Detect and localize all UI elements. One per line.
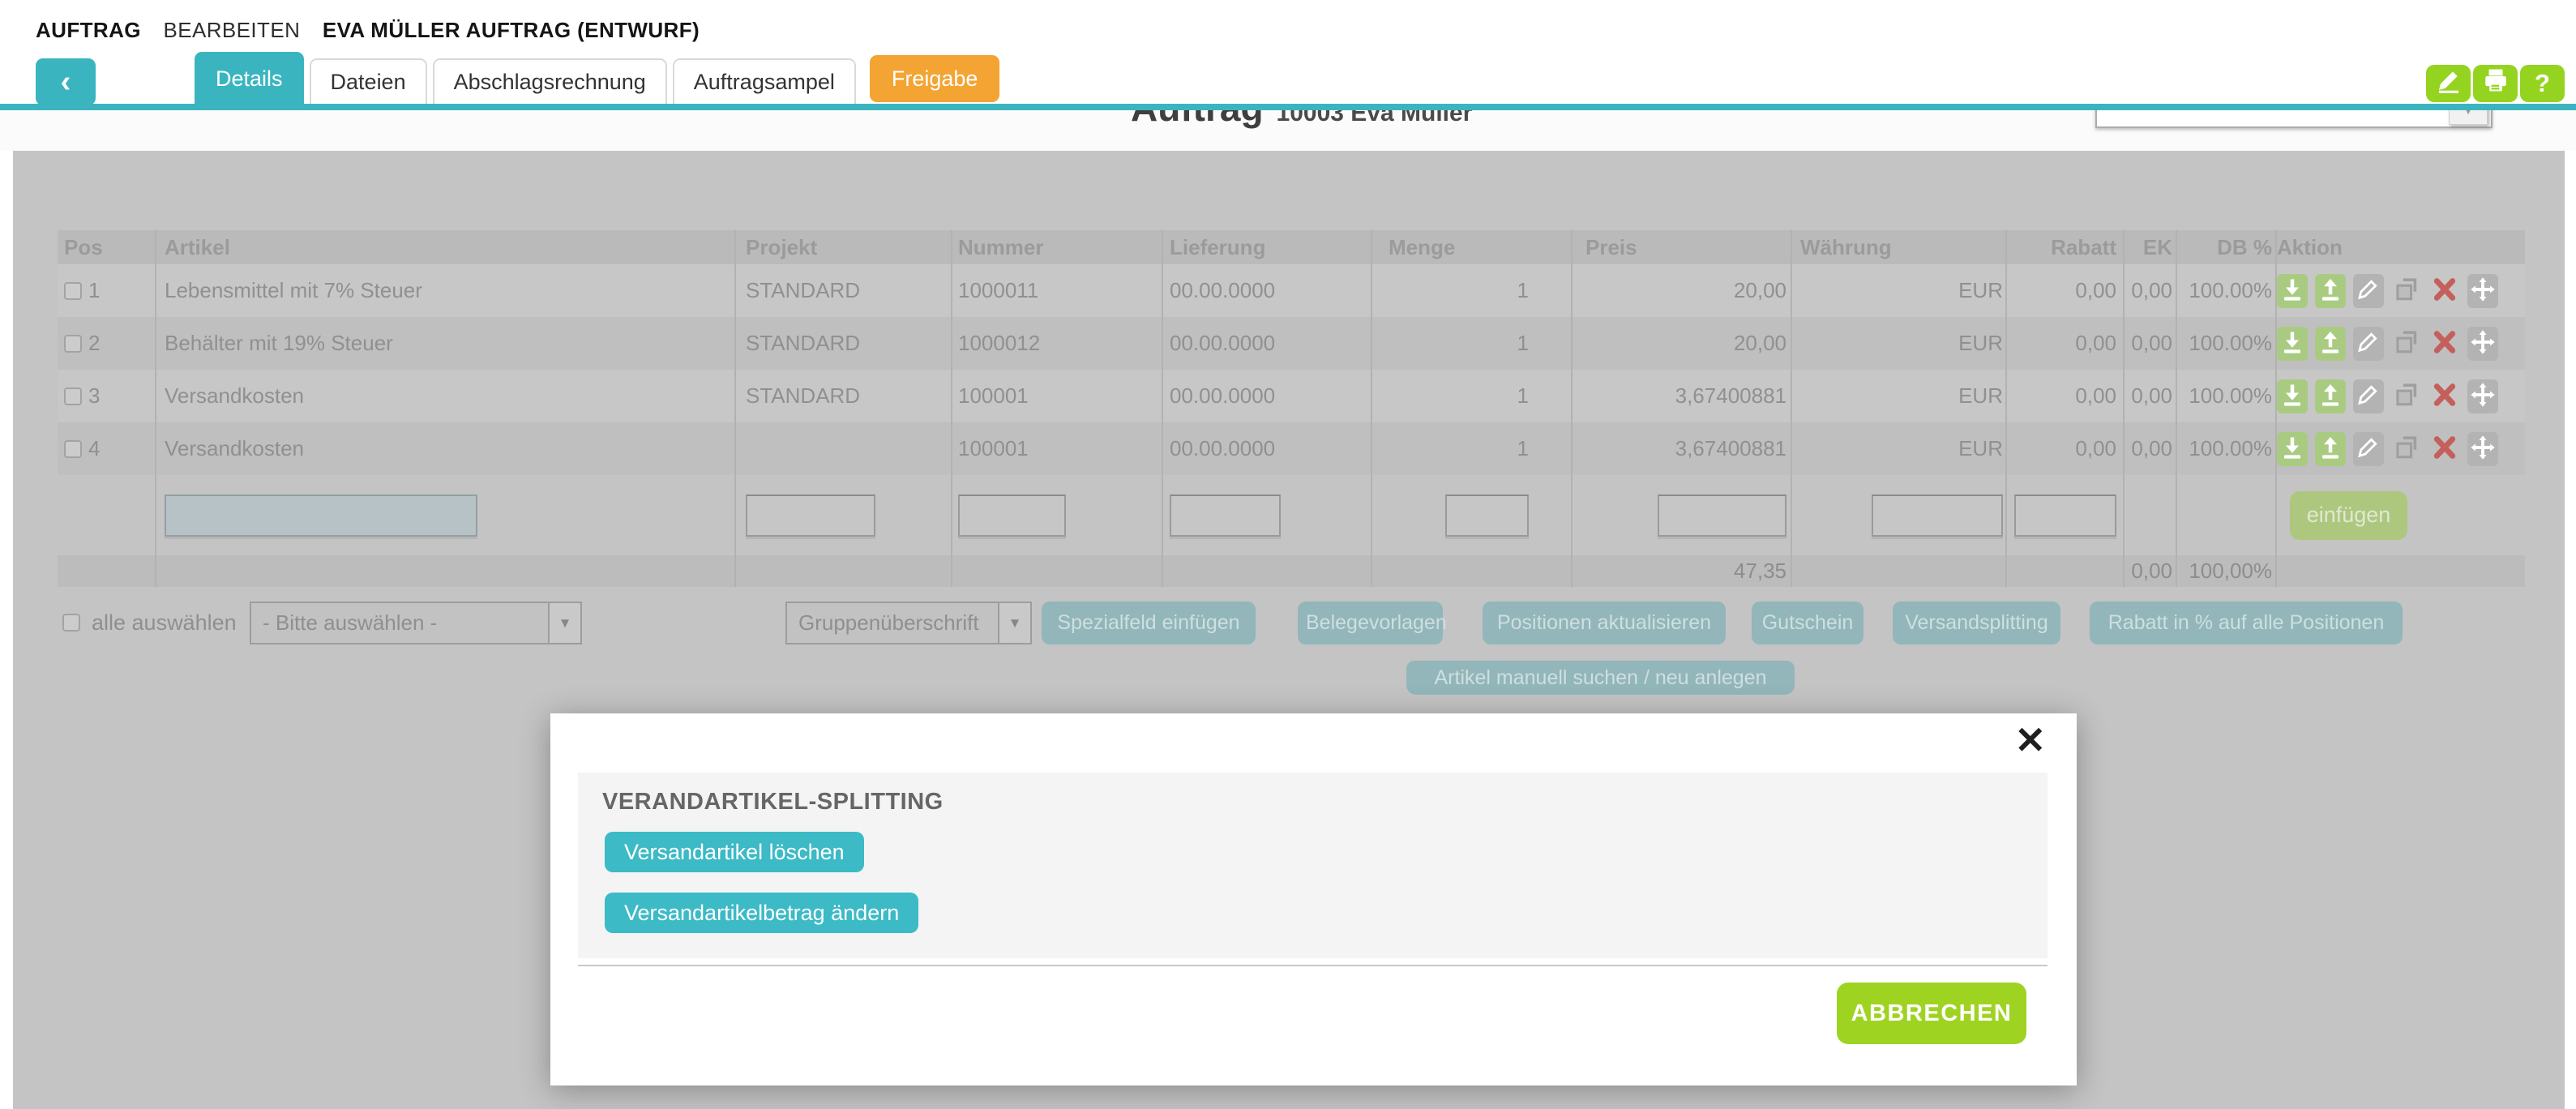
page-title: EVA MÜLLER AUFTRAG (ENTWURF) xyxy=(323,18,700,42)
order-heading-rest: 10003 Eva Müller xyxy=(1277,110,1473,126)
help-button[interactable]: ? xyxy=(2520,65,2565,102)
back-button[interactable]: ‹ xyxy=(36,58,96,105)
order-heading-bold: Auftrag xyxy=(1131,110,1264,129)
delete-shipping-article-button[interactable]: Versandartikel löschen xyxy=(605,832,864,872)
breadcrumb: AUFTRAG BEARBEITEN EVA MÜLLER AUFTRAG (E… xyxy=(36,18,700,43)
template-select[interactable]: ▼ xyxy=(2095,110,2493,128)
app-header: AUFTRAG BEARBEITEN EVA MÜLLER AUFTRAG (E… xyxy=(0,0,2576,110)
chevron-down-icon: ▼ xyxy=(2449,110,2488,125)
order-heading-clipped: Auftrag 10003 Eva Müller xyxy=(1131,110,1472,130)
question-icon: ? xyxy=(2535,69,2550,98)
versandsplitting-modal: ✕ VERANDARTIKEL-SPLITTING Versandartikel… xyxy=(550,713,2077,1085)
edit-button[interactable] xyxy=(2426,65,2471,102)
modal-divider xyxy=(578,965,2048,966)
header-divider xyxy=(0,104,2576,110)
subheader-strip: Auftrag 10003 Eva Müller ▼ xyxy=(0,110,2576,151)
modal-title: VERANDARTIKEL-SPLITTING xyxy=(602,789,944,816)
tab-dateien[interactable]: Dateien xyxy=(310,58,427,104)
breadcrumb-action: BEARBEITEN xyxy=(164,18,301,42)
freigabe-button[interactable]: Freigabe xyxy=(870,55,1000,102)
tab-abschlagsrechnung[interactable]: Abschlagsrechnung xyxy=(433,58,667,104)
close-icon[interactable]: ✕ xyxy=(2011,718,2049,762)
cancel-button[interactable]: ABBRECHEN xyxy=(1837,983,2026,1044)
change-shipping-amount-button[interactable]: Versandartikelbetrag ändern xyxy=(605,893,918,933)
tab-bar: DetailsDateienAbschlagsrechnungAuftragsa… xyxy=(195,52,999,104)
tab-details[interactable]: Details xyxy=(195,52,304,104)
header-action-icons: ? xyxy=(2426,65,2565,102)
modal-panel: VERANDARTIKEL-SPLITTING Versandartikel l… xyxy=(578,773,2048,958)
breadcrumb-section: AUFTRAG xyxy=(36,18,141,42)
tab-auftragsampel[interactable]: Auftragsampel xyxy=(673,58,856,104)
chevron-left-icon: ‹ xyxy=(61,65,71,99)
pencil-icon xyxy=(2435,66,2463,101)
print-button[interactable] xyxy=(2473,65,2518,102)
printer-icon xyxy=(2482,66,2510,101)
